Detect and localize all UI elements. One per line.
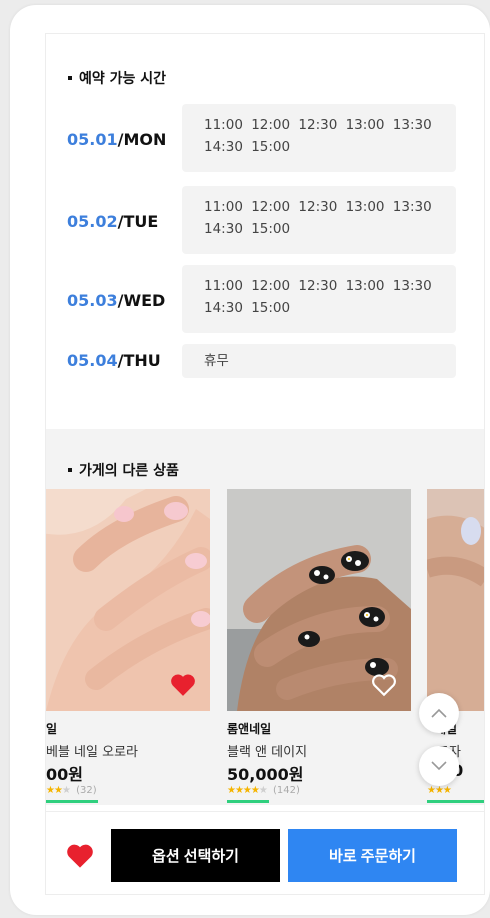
products-title: 가게의 다른 상품 xyxy=(68,460,179,480)
product-image xyxy=(46,489,210,711)
phone-frame: 예약 가능 시간 05.01/MON 11:00 12:00 12:30 13:… xyxy=(10,5,490,915)
time-slots[interactable]: 11:00 12:00 12:30 13:00 13:30 14:30 15:0… xyxy=(182,186,456,254)
product-rating: ★★★ xyxy=(427,785,452,796)
day-label: 05.01/MON xyxy=(67,130,167,149)
tag-bar xyxy=(46,800,98,803)
product-rating: ★★★★★ (142) xyxy=(227,785,300,796)
scroll-down-button[interactable] xyxy=(419,746,459,786)
bottom-action-bar: 옵션 선택하기 바로 주문하기 xyxy=(46,811,484,894)
product-card[interactable]: 일 베블 네일 오로라 00원 ★★★ (32) xyxy=(46,489,210,803)
product-price: 00원 xyxy=(46,765,83,784)
product-card[interactable]: 롬앤네일 블랙 앤 데이지 50,000원 ★★★★★ (142) xyxy=(227,489,411,803)
bullet-icon xyxy=(68,76,72,80)
product-name: 베블 네일 오로라 xyxy=(46,745,138,760)
day-label: 05.04/THU xyxy=(67,351,161,370)
tag-bar xyxy=(227,800,269,803)
scroll-up-button[interactable] xyxy=(419,693,459,733)
product-image xyxy=(227,489,411,711)
option-select-button[interactable]: 옵션 선택하기 xyxy=(111,829,280,882)
product-price: 50,000원 xyxy=(227,765,304,784)
order-now-button[interactable]: 바로 주문하기 xyxy=(288,829,457,882)
product-rating: ★★★ (32) xyxy=(46,785,97,796)
time-slots: 휴무 xyxy=(182,344,456,378)
shop-name: 일 xyxy=(46,722,58,736)
heart-filled-icon[interactable] xyxy=(170,673,196,697)
tag-bar xyxy=(427,800,484,803)
time-slots[interactable]: 11:00 12:00 12:30 13:00 13:30 14:30 15:0… xyxy=(182,104,456,172)
chevron-up-icon xyxy=(431,708,447,718)
shop-name: 롬앤네일 xyxy=(227,722,272,736)
product-detail-screen: 예약 가능 시간 05.01/MON 11:00 12:00 12:30 13:… xyxy=(45,33,485,895)
heart-icon[interactable] xyxy=(66,843,94,869)
chevron-down-icon xyxy=(431,761,447,771)
time-slots[interactable]: 11:00 12:00 12:30 13:00 13:30 14:30 15:0… xyxy=(182,265,456,333)
schedule-title: 예약 가능 시간 xyxy=(68,68,166,88)
day-label: 05.03/WED xyxy=(67,291,166,310)
heart-outline-icon[interactable] xyxy=(371,673,397,697)
product-card[interactable]: 네일 도자 00 ★★★ xyxy=(427,489,484,803)
bullet-icon xyxy=(68,468,72,472)
product-image xyxy=(427,489,484,711)
day-label: 05.02/TUE xyxy=(67,212,159,231)
product-name: 블랙 앤 데이지 xyxy=(227,745,308,760)
